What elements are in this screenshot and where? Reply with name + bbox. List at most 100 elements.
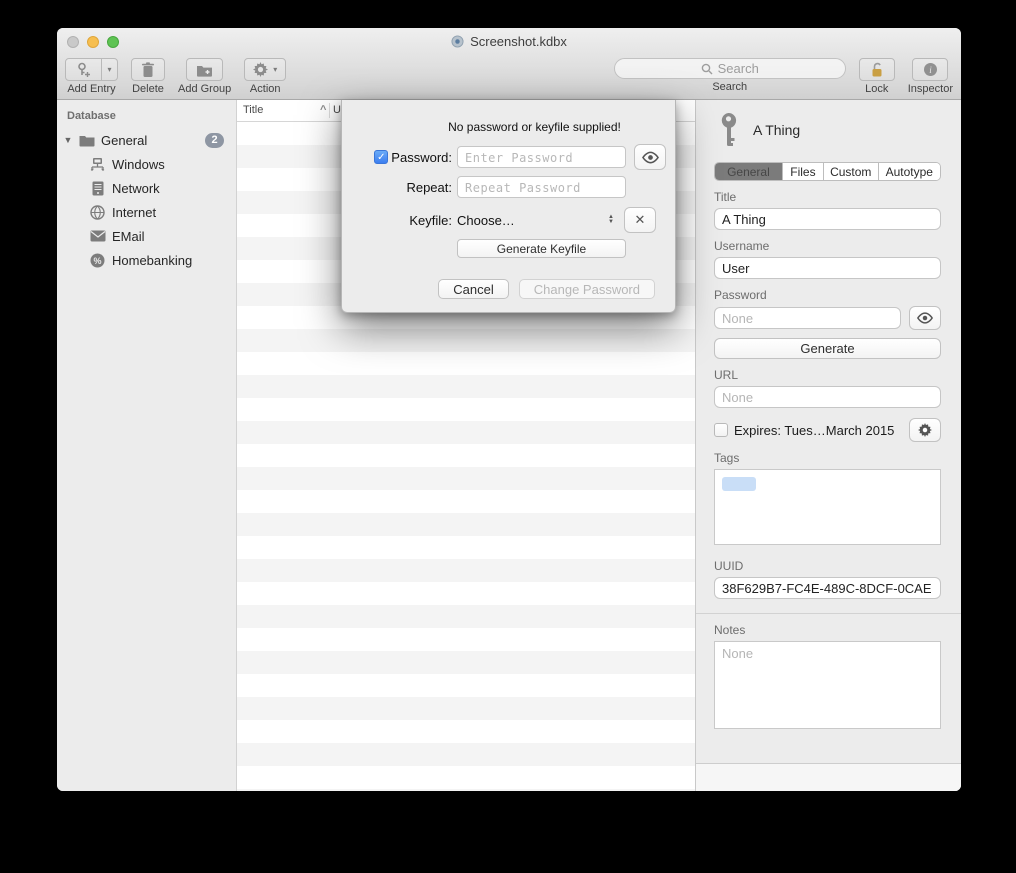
column-header-title[interactable]: Title xyxy=(243,104,263,116)
add-group-label: Add Group xyxy=(178,83,231,95)
reveal-password-button[interactable] xyxy=(634,144,666,170)
lock-button[interactable] xyxy=(859,58,895,81)
change-password-button[interactable]: Change Password xyxy=(519,279,655,299)
column-header-username[interactable]: U xyxy=(333,104,341,116)
reveal-password-button[interactable] xyxy=(909,306,941,330)
sidebar-item-label: Windows xyxy=(112,157,165,172)
entry-header: A Thing xyxy=(718,110,941,150)
sidebar-item-label: General xyxy=(101,133,147,148)
notes-label: Notes xyxy=(714,623,941,637)
url-field[interactable] xyxy=(714,386,941,408)
sidebar: Database ▼ General 2 xyxy=(57,100,237,791)
sidebar-item-label: Network xyxy=(112,181,160,196)
sidebar-item-general[interactable]: ▼ General 2 xyxy=(57,128,236,152)
key-plus-icon xyxy=(65,58,102,81)
action-button[interactable]: ▾ xyxy=(244,58,286,81)
tags-label: Tags xyxy=(714,451,941,465)
sidebar-item-label: Internet xyxy=(112,205,156,220)
sidebar-item-label: Homebanking xyxy=(112,253,192,268)
close-button[interactable] xyxy=(67,36,79,48)
inspector-button[interactable]: i xyxy=(912,58,948,81)
percent-circle-icon: % xyxy=(89,252,106,269)
generate-keyfile-button[interactable]: Generate Keyfile xyxy=(457,239,626,258)
svg-text:%: % xyxy=(93,255,101,265)
entry-title: A Thing xyxy=(753,122,800,138)
tag-pill[interactable] xyxy=(722,477,756,491)
tab-general[interactable]: General xyxy=(715,163,783,180)
add-entry-button[interactable]: ▾ xyxy=(65,58,118,81)
traffic-lights xyxy=(67,28,119,55)
keyfile-popup-value: Choose… xyxy=(457,213,608,228)
sidebar-item-label: EMail xyxy=(112,229,145,244)
keyfile-label: Keyfile: xyxy=(361,213,452,228)
url-field-label: URL xyxy=(714,368,941,382)
envelope-icon xyxy=(89,228,106,245)
lock-group: Lock xyxy=(859,58,895,95)
sidebar-item-network[interactable]: Network xyxy=(57,176,236,200)
sidebar-item-internet[interactable]: Internet xyxy=(57,200,236,224)
add-entry-dropdown[interactable]: ▾ xyxy=(102,58,118,81)
folder-icon xyxy=(78,132,95,149)
window-title: Screenshot.kdbx xyxy=(451,34,567,49)
keyfile-popup[interactable]: Choose… ▲ ▼ xyxy=(457,213,616,228)
password-field[interactable] xyxy=(714,307,901,329)
server-icon xyxy=(89,180,106,197)
search-input[interactable] xyxy=(614,58,846,79)
titlebar[interactable]: Screenshot.kdbx xyxy=(57,28,961,55)
generate-password-button[interactable]: Generate xyxy=(714,338,941,359)
cancel-button[interactable]: Cancel xyxy=(438,279,508,299)
sidebar-item-email[interactable]: EMail xyxy=(57,224,236,248)
add-entry-group: ▾ Add Entry xyxy=(65,58,118,95)
gear-icon xyxy=(918,423,932,437)
username-field[interactable] xyxy=(714,257,941,279)
tab-custom[interactable]: Custom xyxy=(824,163,879,180)
delete-group: Delete xyxy=(131,58,165,95)
info-icon: i xyxy=(923,62,938,77)
expires-checkbox[interactable] xyxy=(714,423,728,437)
sidebar-item-windows[interactable]: Windows xyxy=(57,152,236,176)
action-dropdown-glyph: ▾ xyxy=(273,65,277,74)
expires-label: Expires: Tues…March 2015 xyxy=(734,423,903,438)
sort-ascending-icon: ^ xyxy=(320,104,326,116)
disclosure-triangle-icon[interactable]: ▼ xyxy=(61,135,75,145)
sidebar-item-homebanking[interactable]: % Homebanking xyxy=(57,248,236,272)
tab-autotype[interactable]: Autotype xyxy=(879,163,941,180)
add-entry-label: Add Entry xyxy=(67,83,115,95)
title-field[interactable] xyxy=(714,208,941,230)
tab-files[interactable]: Files xyxy=(783,163,824,180)
gear-icon xyxy=(253,62,268,77)
minimize-button[interactable] xyxy=(87,36,99,48)
globe-icon xyxy=(89,204,106,221)
windows-network-icon xyxy=(89,156,106,173)
title-field-label: Title xyxy=(714,190,941,204)
search-label: Search xyxy=(712,81,747,93)
delete-button[interactable] xyxy=(131,58,165,81)
folder-plus-icon xyxy=(196,63,213,77)
notes-field[interactable] xyxy=(714,641,941,729)
username-field-label: Username xyxy=(714,239,941,253)
inspector-group: i Inspector xyxy=(908,58,953,95)
password-field-label: Password xyxy=(714,288,941,302)
change-password-sheet: No password or keyfile supplied! ✓ Passw… xyxy=(341,100,676,313)
stepper-icon: ▲ ▼ xyxy=(608,215,616,225)
close-x-icon: ✕ xyxy=(635,212,646,228)
uuid-label: UUID xyxy=(714,559,941,573)
column-divider[interactable] xyxy=(329,103,330,118)
clear-keyfile-button[interactable]: ✕ xyxy=(624,207,656,233)
uuid-field[interactable] xyxy=(714,577,941,599)
sidebar-section-header: Database xyxy=(57,108,236,128)
search-group: Search Search xyxy=(614,58,846,93)
add-group-button[interactable] xyxy=(186,58,223,81)
tags-field[interactable] xyxy=(714,469,941,545)
repeat-password-input[interactable] xyxy=(457,176,626,198)
app-window: Screenshot.kdbx ▾ Add Entry xyxy=(57,28,961,791)
window-chrome: Screenshot.kdbx ▾ Add Entry xyxy=(57,28,961,100)
entry-count-badge: 2 xyxy=(205,133,224,148)
zoom-button[interactable] xyxy=(107,36,119,48)
repeat-label: Repeat: xyxy=(361,180,452,195)
password-checkbox[interactable]: ✓ xyxy=(374,150,388,164)
inspector-separator xyxy=(696,613,961,614)
enter-password-input[interactable] xyxy=(457,146,626,168)
expires-settings-button[interactable] xyxy=(909,418,941,442)
lock-icon xyxy=(869,62,885,78)
